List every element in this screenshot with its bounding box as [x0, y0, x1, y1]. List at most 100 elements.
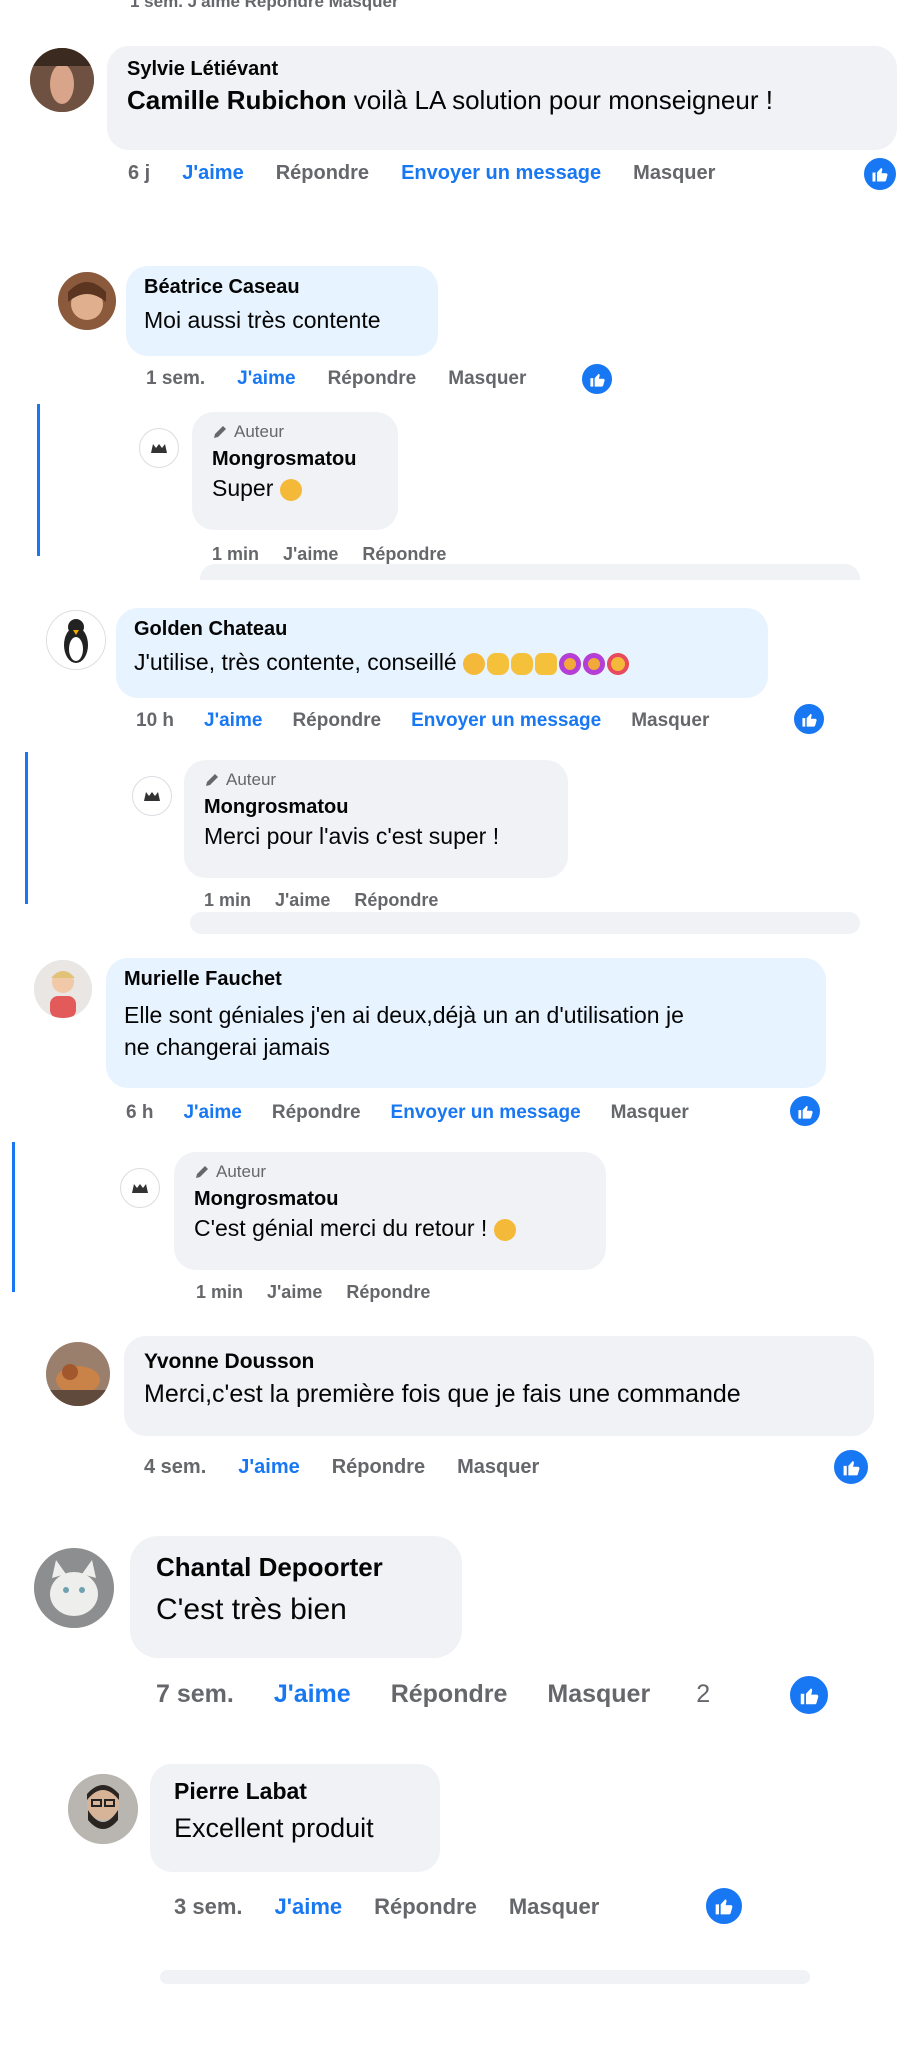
reply-time[interactable]: 1 min — [212, 544, 259, 565]
smiling-cat-heart-eyes-icon — [607, 652, 630, 675]
like-icon[interactable] — [832, 1448, 870, 1486]
reply-button[interactable]: Répondre — [328, 368, 417, 390]
comment-time[interactable]: 6 h — [126, 1102, 153, 1124]
reply-like-button[interactable]: J'aime — [267, 1282, 322, 1303]
comment-bubble: Pierre Labat Excellent produit — [150, 1764, 440, 1872]
grinning-cat-icon — [493, 1218, 516, 1241]
star-struck-icon — [559, 652, 582, 675]
hide-button[interactable]: Masquer — [633, 162, 715, 185]
comment-murielle: Murielle Fauchet Elle sont géniales j'en… — [0, 936, 923, 1306]
reply-button[interactable]: Répondre — [374, 1894, 477, 1920]
avatar[interactable] — [34, 960, 92, 1018]
like-icon[interactable] — [788, 1094, 822, 1128]
comment-beatrice: Béatrice Caseau Moi aussi très contente … — [0, 262, 923, 594]
comment-text: Merci,c'est la première fois que je fais… — [144, 1380, 741, 1408]
reaction-count[interactable]: 2 — [696, 1680, 710, 1709]
comment-bubble: Golden Chateau J'utilise, très contente,… — [116, 608, 768, 698]
like-button[interactable]: J'aime — [275, 1894, 343, 1920]
reply-bubble: Auteur Mongrosmatou Merci pour l'avis c'… — [184, 760, 568, 878]
mention-link[interactable]: Camille Rubichon — [127, 85, 347, 115]
clapping-hands-icon — [463, 652, 486, 675]
like-icon[interactable] — [580, 362, 614, 396]
author-badge-label: Auteur — [226, 770, 277, 789]
comment-author[interactable]: Béatrice Caseau — [144, 276, 420, 299]
reply-button[interactable]: Répondre — [276, 162, 369, 185]
author-avatar[interactable] — [139, 428, 179, 468]
comment-time[interactable]: 10 h — [136, 710, 174, 732]
hide-button[interactable]: Masquer — [457, 1456, 539, 1479]
like-icon[interactable] — [862, 156, 898, 192]
reply-button[interactable]: Répondre — [272, 1102, 361, 1124]
like-button[interactable]: J'aime — [274, 1680, 351, 1709]
comment-author[interactable]: Golden Chateau — [134, 618, 750, 641]
comment-time[interactable]: 3 sem. — [174, 1894, 243, 1920]
like-button[interactable]: J'aime — [204, 710, 262, 732]
reply-reply-button[interactable]: Répondre — [346, 1282, 430, 1303]
reply-button[interactable]: Répondre — [391, 1680, 508, 1709]
comment-author[interactable]: Murielle Fauchet — [124, 968, 808, 991]
comment-text: C'est très bien — [156, 1593, 347, 1626]
comment-yvonne: Yvonne Dousson Merci,c'est la première f… — [0, 1328, 923, 1508]
comment-author[interactable]: Pierre Labat — [174, 1778, 416, 1805]
avatar[interactable] — [68, 1774, 138, 1844]
comment-author[interactable]: Sylvie Létiévant — [127, 58, 877, 81]
thread-line — [12, 1142, 15, 1292]
hide-button[interactable]: Masquer — [547, 1680, 650, 1709]
avatar[interactable] — [34, 1548, 114, 1628]
reply-button[interactable]: Répondre — [292, 710, 381, 732]
like-button[interactable]: J'aime — [182, 162, 243, 185]
comment-time[interactable]: 7 sem. — [156, 1680, 234, 1709]
reply-author[interactable]: Mongrosmatou — [212, 448, 378, 471]
comment-text: J'utilise, très contente, conseillé — [134, 649, 750, 676]
hide-button[interactable]: Masquer — [611, 1102, 689, 1124]
reply-reply-button[interactable]: Répondre — [362, 544, 446, 565]
author-avatar[interactable] — [132, 776, 172, 816]
comment-author[interactable]: Chantal Depoorter — [156, 1552, 436, 1583]
like-icon[interactable] — [792, 702, 826, 736]
comment-text-line1: Elle sont géniales j'en ai deux,déjà un … — [124, 1002, 684, 1028]
reply-like-button[interactable]: J'aime — [275, 890, 330, 911]
reply-bubble: Auteur Mongrosmatou Super — [192, 412, 398, 530]
author-badge: Auteur — [212, 422, 378, 442]
like-icon[interactable] — [788, 1674, 830, 1716]
reply-time[interactable]: 1 min — [204, 890, 251, 911]
avatar[interactable] — [30, 48, 94, 112]
comment-time[interactable]: 1 sem. — [146, 368, 205, 390]
reply-time[interactable]: 1 min — [196, 1282, 243, 1303]
like-button[interactable]: J'aime — [237, 368, 295, 390]
comment-author[interactable]: Yvonne Dousson — [144, 1350, 854, 1374]
hide-button[interactable]: Masquer — [631, 710, 709, 732]
reply-actions: 1 min J'aime Répondre — [196, 1282, 462, 1303]
avatar[interactable] — [46, 1342, 110, 1406]
hide-button[interactable]: Masquer — [509, 1894, 599, 1920]
reply-button[interactable]: Répondre — [332, 1456, 425, 1479]
reply-text-body: C'est génial merci du retour ! — [194, 1215, 488, 1241]
reply-author[interactable]: Mongrosmatou — [194, 1188, 586, 1211]
partial-next-comment — [160, 1970, 810, 1984]
reply-actions: 1 min J'aime Répondre — [204, 890, 470, 911]
emoji-row — [463, 652, 630, 675]
like-icon[interactable] — [704, 1886, 744, 1926]
partial-reply-composer[interactable] — [190, 912, 860, 934]
comment-chantal: Chantal Depoorter C'est très bien 7 sem.… — [0, 1536, 923, 1736]
author-avatar[interactable] — [120, 1168, 160, 1208]
comment-time[interactable]: 4 sem. — [144, 1456, 206, 1479]
comment-bubble: Chantal Depoorter C'est très bien — [130, 1536, 462, 1658]
pen-icon — [196, 1166, 208, 1178]
comment-time[interactable]: 6 j — [128, 162, 150, 185]
comment-text-line2: ne changerai jamais — [124, 1034, 330, 1060]
avatar[interactable] — [46, 610, 106, 670]
pen-icon — [206, 774, 218, 786]
reply-author[interactable]: Mongrosmatou — [204, 796, 548, 819]
hide-button[interactable]: Masquer — [448, 368, 526, 390]
reply-actions: 1 min J'aime Répondre — [212, 544, 478, 565]
send-message-button[interactable]: Envoyer un message — [401, 162, 601, 185]
reply-reply-button[interactable]: Répondre — [354, 890, 438, 911]
like-button[interactable]: J'aime — [183, 1102, 241, 1124]
avatar[interactable] — [58, 272, 116, 330]
reply-like-button[interactable]: J'aime — [283, 544, 338, 565]
send-message-button[interactable]: Envoyer un message — [411, 710, 601, 732]
ok-hand-icon — [511, 652, 534, 675]
send-message-button[interactable]: Envoyer un message — [391, 1102, 581, 1124]
like-button[interactable]: J'aime — [238, 1456, 299, 1479]
